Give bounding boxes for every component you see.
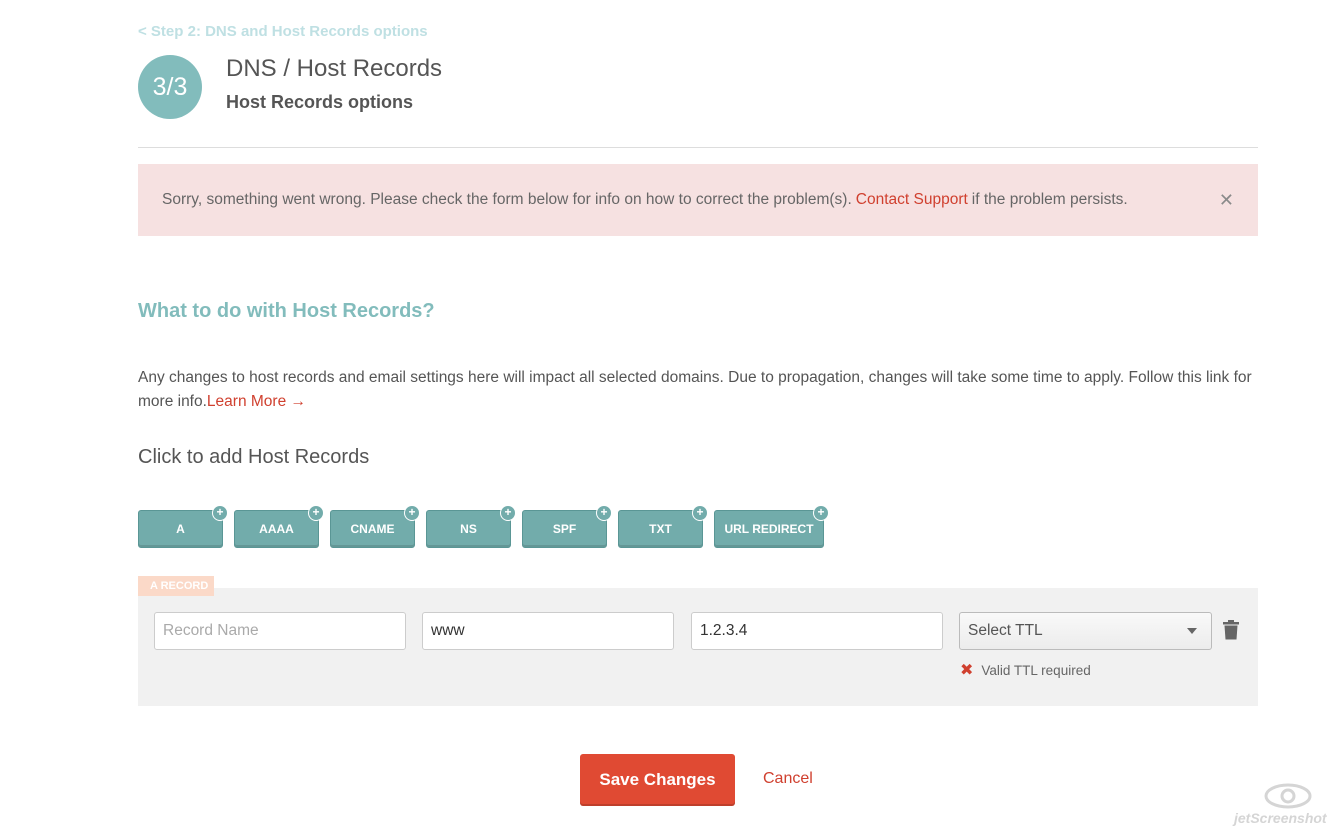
alert-text-before: Sorry, something went wrong. Please chec… [162, 191, 852, 208]
add-aaaa-record-button[interactable]: AAAA + [234, 505, 324, 548]
info-paragraph: Any changes to host records and email se… [138, 366, 1253, 414]
plus-icon: + [212, 505, 228, 521]
a-record-tag: A RECORD [138, 576, 215, 596]
camera-icon [1264, 783, 1312, 809]
ttl-error-text: Valid TTL required [981, 662, 1091, 678]
contact-support-link[interactable]: Contact Support [856, 191, 968, 209]
section-heading: What to do with Host Records? [138, 300, 435, 322]
ttl-selected-value: Select TTL [968, 622, 1043, 639]
plus-icon: + [404, 505, 420, 521]
ttl-select[interactable]: Select TTL [959, 612, 1212, 650]
add-spf-record-button[interactable]: SPF + [522, 505, 612, 548]
add-host-records-label: Click to add Host Records [138, 446, 370, 468]
learn-more-link[interactable]: Learn More → [207, 393, 306, 410]
dns-host-records-page: < Step 2: DNS and Host Records options 3… [0, 0, 1344, 832]
error-x-icon: ✖ [960, 662, 974, 679]
page-subtitle: Host Records options [226, 92, 414, 112]
header-divider [138, 147, 1258, 148]
record-type-label: SPF [552, 522, 577, 536]
record-type-label: AAAA [259, 522, 294, 536]
back-to-step-2-link[interactable]: < Step 2: DNS and Host Records options [138, 23, 428, 40]
record-name-input[interactable] [154, 612, 406, 650]
add-txt-record-button[interactable]: TXT + [618, 505, 708, 548]
save-changes-button[interactable]: Save Changes [580, 754, 735, 806]
record-type-label: A [176, 522, 185, 536]
watermark-logo: jetScreenshot [1232, 778, 1338, 828]
add-url-redirect-record-button[interactable]: URL REDIRECT + [714, 505, 829, 548]
plus-icon: + [308, 505, 324, 521]
close-icon[interactable]: ✕ [1219, 191, 1234, 209]
record-type-label: URL REDIRECT [724, 522, 814, 536]
host-input[interactable] [422, 612, 674, 650]
record-type-label: TXT [649, 522, 672, 536]
error-alert: Sorry, something went wrong. Please chec… [138, 164, 1258, 236]
watermark-text: jetScreenshot [1234, 810, 1327, 826]
record-type-label: CNAME [350, 522, 395, 536]
cancel-link[interactable]: Cancel [763, 770, 813, 788]
step-indicator: 3/3 [138, 55, 202, 119]
plus-icon: + [500, 505, 516, 521]
ip-address-input[interactable] [691, 612, 943, 650]
add-a-record-button[interactable]: A + [138, 505, 228, 548]
chevron-down-icon [1187, 628, 1197, 634]
add-cname-record-button[interactable]: CNAME + [330, 505, 420, 548]
plus-icon: + [596, 505, 612, 521]
page-title: DNS / Host Records [226, 55, 443, 82]
record-type-label: NS [460, 522, 477, 536]
trash-icon[interactable] [1222, 620, 1240, 640]
plus-icon: + [692, 505, 708, 521]
ttl-error-message: ✖ Valid TTL required [960, 660, 1091, 680]
alert-text-after: if the problem persists. [971, 191, 1128, 208]
plus-icon: + [813, 505, 829, 521]
a-record-row: Select TTL ✖ Valid TTL required [138, 588, 1258, 706]
add-ns-record-button[interactable]: NS + [426, 505, 516, 548]
